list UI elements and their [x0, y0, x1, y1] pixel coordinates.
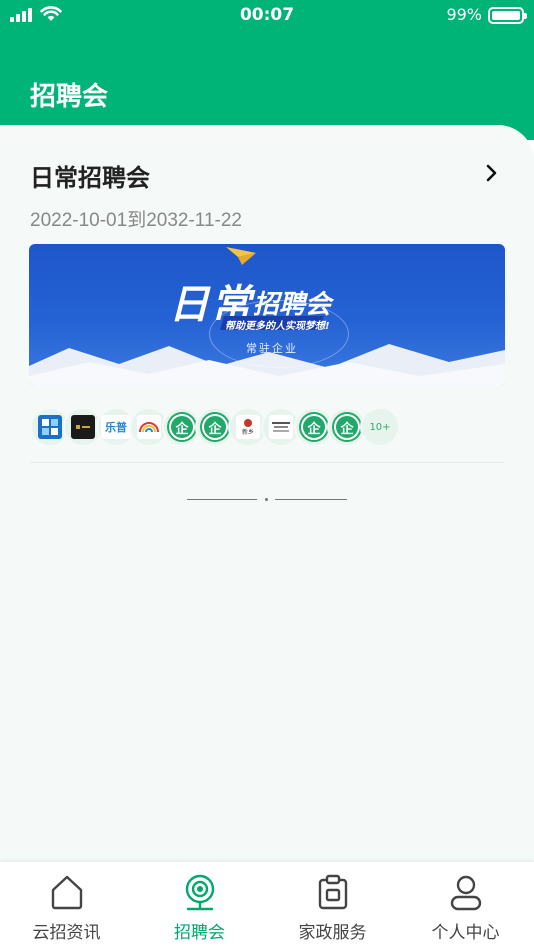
- tab-label: 个人中心: [431, 923, 500, 943]
- lexin-logo-icon: 乐普: [101, 415, 131, 439]
- list-end-indicator: [187, 498, 347, 502]
- main-content: 日常招聘会 2022-10-01到2032-11-22 日常 招聘会 帮助更多的…: [0, 125, 534, 865]
- xinxiangcun-logo-icon: 新乡: [236, 415, 260, 439]
- user-icon: [450, 875, 482, 911]
- card-divider: [30, 462, 504, 463]
- rainbow-logo-icon: [137, 415, 161, 439]
- banner-slogan: 帮助更多的人实现梦想!: [225, 321, 330, 332]
- tab-label: 招聘会: [174, 923, 225, 943]
- tab-cloud-news[interactable]: 云招资讯: [0, 862, 133, 950]
- qi-logo-icon: 企: [202, 414, 228, 440]
- chevron-right-icon[interactable]: [482, 163, 502, 183]
- qi-logo-icon: 企: [169, 414, 195, 440]
- tab-job-fair[interactable]: 招聘会: [133, 862, 266, 950]
- qi-logo-icon: 企: [334, 414, 360, 440]
- tab-housekeeping[interactable]: 家政服务: [266, 862, 399, 950]
- tab-personal-center[interactable]: 个人中心: [399, 862, 532, 950]
- more-companies-badge[interactable]: 10+: [360, 407, 400, 447]
- header: 00:07 99% 招聘会: [0, 0, 534, 140]
- dark-logo-icon: [71, 415, 95, 439]
- job-fair-card[interactable]: 日常招聘会 2022-10-01到2032-11-22 日常 招聘会 帮助更多的…: [0, 125, 534, 465]
- clipboard-icon: [318, 874, 348, 910]
- qi-logo-icon: 企: [301, 414, 327, 440]
- tab-label: 家政服务: [298, 923, 367, 943]
- lexin-logo-text: 乐普: [105, 421, 127, 434]
- more-companies-count: 10+: [369, 421, 391, 433]
- job-fair-title: 日常招聘会: [30, 164, 150, 192]
- bottom-tab-bar: 云招资讯 招聘会 家政服务 个人中心: [0, 862, 534, 950]
- battery-icon: [488, 7, 527, 24]
- battery-percentage: 99%: [446, 5, 482, 24]
- tab-label: 云招资讯: [32, 923, 101, 943]
- job-fair-dates: 2022-10-01到2032-11-22: [30, 210, 242, 231]
- paper-plane-icon: [226, 247, 256, 265]
- status-bar: 00:07 99%: [0, 0, 534, 32]
- home-icon: [51, 875, 83, 910]
- job-fair-banner[interactable]: 日常 招聘会 帮助更多的人实现梦想! 常驻企业: [29, 244, 505, 386]
- xinxiangcun-logo-text: 新乡: [241, 428, 254, 436]
- page-title: 招聘会: [30, 82, 109, 112]
- company-logo-list[interactable]: 乐普 企 企 新乡 企 企 10+: [30, 407, 510, 447]
- grid-logo-icon: [38, 415, 62, 439]
- webcam-icon: [185, 874, 215, 911]
- text-logo-icon: [269, 415, 293, 439]
- banner-subtitle: 常驻企业: [246, 342, 298, 355]
